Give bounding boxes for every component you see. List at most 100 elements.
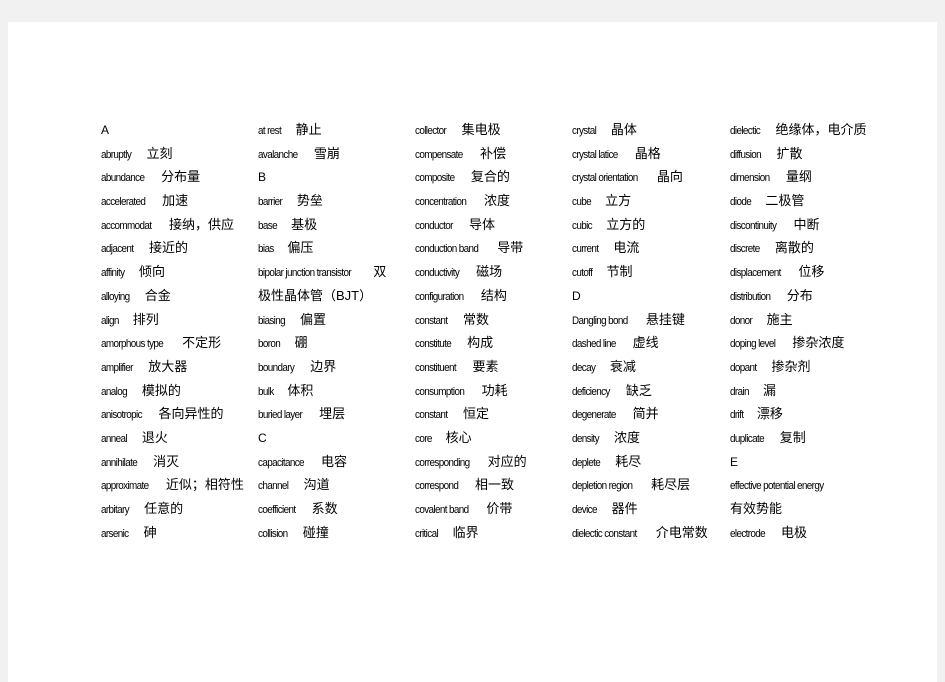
chinese-translation: 合金 (144, 287, 171, 303)
glossary-entry: cutoff 节制 (572, 262, 722, 286)
glossary-entry: drain 漏 (730, 381, 880, 405)
heading-letter: A (101, 123, 110, 137)
glossary-entry: align 排列 (101, 310, 251, 334)
glossary-entry: abruptly 立刻 (101, 144, 251, 168)
glossary-entry: analog 模拟的 (101, 381, 251, 405)
english-term: drain (730, 385, 750, 398)
english-term: bias (258, 243, 274, 256)
glossary-entry: 极性晶体管（BJT） (258, 286, 408, 310)
chinese-translation: 倾向 (139, 264, 166, 280)
english-term: distribution (730, 290, 771, 303)
glossary-entry: arsenic 砷 (101, 523, 251, 547)
glossary-entry: configuration 结构 (415, 286, 565, 310)
chinese-translation: 模拟的 (141, 382, 181, 398)
english-term: alloying (101, 290, 130, 303)
chinese-translation: 要素 (472, 358, 499, 374)
english-term: cubic (572, 219, 593, 232)
chinese-translation: 磁场 (476, 264, 503, 280)
english-term: biasing (258, 314, 286, 327)
glossary-entry: constant 常数 (415, 310, 565, 334)
english-term: coefficient (258, 504, 296, 516)
chinese-translation: 二极管 (765, 193, 805, 209)
glossary-entry: constituent 要素 (415, 357, 565, 381)
chinese-translation: 复制 (779, 429, 806, 445)
chinese-translation: 晶体 (610, 122, 637, 137)
glossary-entry: deficiency 缺乏 (572, 381, 722, 405)
glossary-entry: electrode 电极 (730, 523, 880, 547)
english-term: accelerated (101, 196, 146, 209)
glossary-entry: barrier 势垒 (258, 191, 408, 215)
english-term: dopant (730, 361, 757, 374)
glossary-entry: adjacent 接近的 (101, 238, 251, 262)
section-letter-heading: A (101, 120, 251, 144)
glossary-entry: amorphous type 不定形 (101, 333, 251, 357)
glossary-entry: conductivity 磁场 (415, 262, 565, 286)
glossary-entry: critical 临界 (415, 523, 565, 547)
glossary-column-2: at rest 静止 avalanche 雪崩 Bbarrier 势垒 base 基极 bias… (258, 120, 408, 546)
glossary-entry: conductor 导体 (415, 215, 565, 239)
glossary-column-1: Aabruptly 立刻 abundance 分布量 accelerated 加速 acco… (101, 120, 251, 546)
chinese-translation: 施主 (766, 311, 793, 327)
english-term: donor (730, 314, 753, 327)
chinese-translation: 器件 (611, 501, 638, 516)
glossary-entry: at rest 静止 (258, 120, 408, 144)
glossary-entry: depletion region 耗尽层 (572, 475, 722, 499)
chinese-translation: 核心 (445, 429, 472, 445)
chinese-translation: 构成 (467, 335, 494, 351)
glossary-entry: drift 漂移 (730, 404, 880, 428)
english-term: core (415, 432, 432, 445)
glossary-entry: effective potential energy (730, 475, 880, 499)
english-term: dimension (730, 172, 770, 185)
chinese-translation: 缺乏 (625, 382, 652, 398)
english-term: degenerate (572, 409, 616, 422)
chinese-translation: 体积 (287, 382, 314, 398)
english-term: base (258, 219, 278, 232)
chinese-translation: 碰撞 (302, 524, 329, 540)
chinese-translation: 相一致 (475, 477, 515, 493)
chinese-translation: 导带 (497, 240, 524, 256)
english-term: approximate (101, 480, 149, 493)
glossary-entry: density 浓度 (572, 428, 722, 452)
glossary-entry: biasing 偏置 (258, 310, 408, 334)
chinese-translation: 简并 (632, 406, 659, 422)
chinese-translation: 电流 (613, 240, 640, 256)
chinese-translation: 沟道 (303, 477, 330, 493)
glossary-entry: capacitance 电容 (258, 452, 408, 476)
glossary-entry: boundary 边界 (258, 357, 408, 381)
chinese-translation: 硼 (294, 335, 308, 351)
english-term: arsenic (101, 527, 129, 540)
glossary-entry: current 电流 (572, 238, 722, 262)
glossary-entry: base 基极 (258, 215, 408, 239)
chinese-translation: 排列 (132, 311, 159, 327)
chinese-translation: 节制 (606, 264, 633, 280)
chinese-translation: 近似；相符性 (165, 477, 244, 493)
english-term: conductivity (415, 267, 460, 280)
heading-letter: D (572, 288, 581, 303)
glossary-entry: dielectic 绝缘体，电介质 (730, 120, 880, 144)
chinese-translation: 耗尽层 (651, 477, 691, 493)
english-term: buried layer (258, 409, 303, 422)
english-term: abruptly (101, 148, 132, 161)
glossary-entry: bulk 体积 (258, 381, 408, 405)
english-term: Dangling bond (572, 314, 628, 327)
glossary-entry: duplicate 复制 (730, 428, 880, 452)
glossary-entry: doping level 掺杂浓度 (730, 333, 880, 357)
english-term: consumption (415, 385, 465, 398)
english-term: adjacent (101, 243, 134, 256)
chinese-translation: 漂移 (756, 406, 783, 422)
glossary-entry: 有效势能 (730, 499, 880, 523)
chinese-translation: 雪崩 (313, 145, 340, 161)
glossary-entry: boron 硼 (258, 333, 408, 357)
english-term: collision (258, 527, 288, 540)
english-term: discrete (730, 243, 760, 256)
english-term: covalent band (415, 504, 469, 516)
heading-letter: B (258, 170, 267, 185)
glossary-entry: core 核心 (415, 428, 565, 452)
chinese-translation: 中断 (793, 216, 820, 232)
glossary-entry: coefficient 系数 (258, 499, 408, 523)
glossary-column-3: collector 集电极 compensate 补偿 composite 复合的 conc… (415, 120, 565, 546)
english-term: crystal latice (572, 148, 618, 161)
english-term: bipolar junction transistor (258, 267, 352, 280)
chinese-translation: 结构 (480, 287, 507, 303)
english-term: crystal orientation (572, 172, 638, 185)
